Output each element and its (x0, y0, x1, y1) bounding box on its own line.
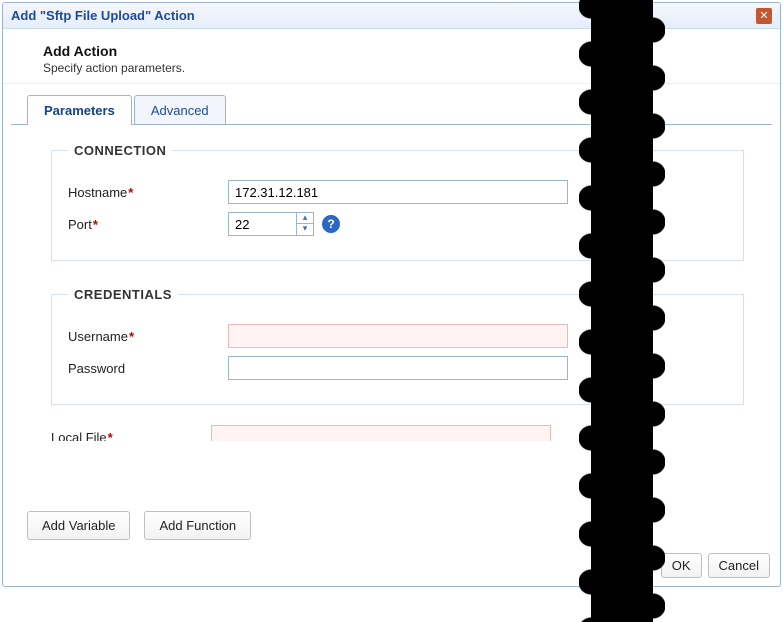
add-variable-button[interactable]: Add Variable (27, 511, 130, 540)
chevron-down-icon[interactable]: ▾ (297, 224, 313, 235)
torn-edge-overlay (591, 0, 653, 622)
port-label: Port (68, 217, 228, 232)
dialog-title: Add "Sftp File Upload" Action (11, 8, 195, 23)
tab-advanced[interactable]: Advanced (134, 95, 226, 125)
help-icon[interactable]: ? (322, 215, 340, 233)
credentials-legend: CREDENTIALS (68, 287, 178, 302)
port-spinner: ▴ ▾ (228, 212, 314, 236)
hostname-input[interactable] (228, 180, 568, 204)
toolbar: Add Variable Add Function (27, 511, 251, 540)
username-input[interactable] (228, 324, 568, 348)
local-file-label: Local File (51, 430, 211, 442)
connection-legend: CONNECTION (68, 143, 172, 158)
port-input[interactable] (228, 212, 296, 236)
password-label: Password (68, 361, 228, 376)
tab-parameters[interactable]: Parameters (27, 95, 132, 125)
username-label: Username (68, 329, 228, 344)
hostname-label: Hostname (68, 185, 228, 200)
password-input[interactable] (228, 356, 568, 380)
ok-button[interactable]: OK (661, 553, 702, 578)
cancel-button[interactable]: Cancel (708, 553, 770, 578)
add-function-button[interactable]: Add Function (144, 511, 251, 540)
local-file-input[interactable] (211, 425, 551, 441)
close-icon[interactable]: ✕ (756, 8, 772, 24)
port-stepper: ▴ ▾ (296, 212, 314, 236)
dialog-footer: OK Cancel (661, 553, 770, 578)
